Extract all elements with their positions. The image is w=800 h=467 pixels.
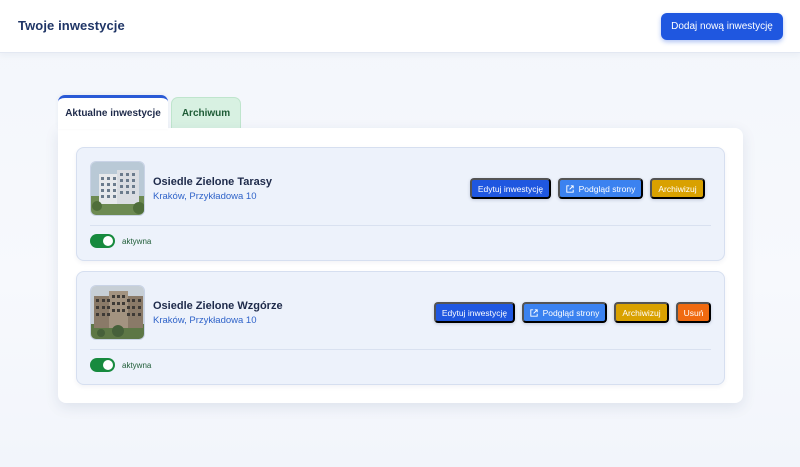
investment-card: Osiedle Zielone Wzgórze Kraków, Przykład… [76,271,725,385]
investment-address: Kraków, Przykładowa 10 [153,315,257,326]
delete-button[interactable]: Usuń [676,302,711,323]
top-bar: Twoje inwestycje Dodaj nową inwestycję [0,0,800,53]
preview-page-label: Podgląd strony [578,183,636,194]
investment-name: Osiedle Zielone Tarasy [153,176,273,188]
card-divider [90,349,711,350]
tab-current-investments[interactable]: Aktualne inwestycje [58,95,168,129]
external-link-icon [565,184,574,193]
edit-investment-button[interactable]: Edytuj inwestycję [434,302,515,323]
status-toggle[interactable] [90,358,115,372]
card-divider [90,225,711,226]
edit-investment-button[interactable]: Edytuj inwestycję [470,178,551,199]
tab-archive[interactable]: Archiwum [171,97,241,128]
archive-button[interactable]: Archiwizuj [650,178,705,199]
preview-page-label: Podgląd strony [542,307,600,318]
investment-address: Kraków, Przykładowa 10 [153,191,257,202]
status-label: aktywna [122,361,152,370]
preview-page-button[interactable]: Podgląd strony [558,178,643,199]
add-investment-button[interactable]: Dodaj nową inwestycję [661,13,783,40]
investment-card: Osiedle Zielone Tarasy Kraków, Przykłado… [76,147,725,261]
status-toggle[interactable] [90,234,115,248]
investment-name: Osiedle Zielone Wzgórze [153,300,283,312]
investment-thumbnail [90,161,145,216]
archive-button[interactable]: Archiwizuj [614,302,669,323]
toggle-knob [103,236,113,246]
status-label: aktywna [122,237,152,246]
toggle-knob [103,360,113,370]
investment-thumbnail [90,285,145,340]
page-title: Twoje inwestycje [18,18,125,33]
preview-page-button[interactable]: Podgląd strony [522,302,607,323]
external-link-icon [529,308,538,317]
